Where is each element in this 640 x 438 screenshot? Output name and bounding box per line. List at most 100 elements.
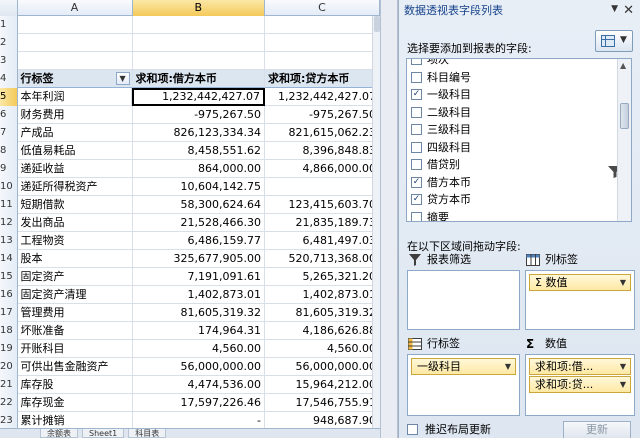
panel-menu-chevron-icon[interactable]: ▼ [611,4,618,14]
field-item[interactable]: 科目编号 [407,69,631,87]
sum-credit-header[interactable]: 求和项:贷方本币 [265,70,380,88]
field-layout-button[interactable]: ▼ [595,30,633,52]
defer-layout-update[interactable]: 推迟布局更新 [407,422,491,438]
field-item[interactable]: 三级科目 [407,121,631,139]
row-header[interactable]: 17 [0,304,18,322]
credit-sum-cell[interactable]: 81,605,319.32 [265,304,380,322]
row-label-cell[interactable]: 产成品 [18,124,133,142]
value-field-chip[interactable]: 求和项:贷... ▼ [529,376,631,393]
sheet-vertical-scrollbar[interactable] [372,16,380,438]
credit-sum-cell[interactable]: 6,481,497.03 [265,232,380,250]
column-header-b[interactable]: B [132,0,266,16]
row-header[interactable]: 6 [0,106,18,124]
row-header[interactable]: 20 [0,358,18,376]
row-field-chip[interactable]: 一级科目 ▼ [411,358,516,375]
debit-sum-cell[interactable]: -975,267.50 [133,106,266,124]
cell[interactable] [265,52,380,70]
credit-sum-cell[interactable]: 8,396,848.83 [265,142,380,160]
row-header[interactable]: 4 [0,70,18,88]
row-label-cell[interactable]: 财务费用 [18,106,133,124]
sheet-tab[interactable]: 科目表 [128,429,167,438]
defer-layout-checkbox[interactable] [407,424,418,435]
sheet-tab[interactable]: 余额表 [40,429,78,438]
pane-splitter[interactable] [380,0,398,438]
debit-sum-cell[interactable]: 826,123,334.34 [133,124,266,142]
credit-sum-cell[interactable]: 1,232,442,427.07 [265,88,380,106]
row-header[interactable]: 19 [0,340,18,358]
field-checkbox[interactable] [411,159,422,170]
field-checkbox[interactable] [411,106,422,118]
row-labels-drop-zone[interactable]: 一级科目 ▼ [407,354,520,416]
row-label-cell[interactable]: 管理费用 [18,304,133,322]
credit-sum-cell[interactable]: 4,186,626.88 [265,322,380,340]
credit-sum-cell[interactable]: - [265,178,380,196]
field-item[interactable]: 摘要 [407,209,631,221]
field-checkbox[interactable]: ✓ [411,89,422,100]
row-header[interactable]: 10 [0,178,18,196]
field-checkbox[interactable] [411,211,422,221]
debit-sum-cell[interactable]: 864,000.00 [133,160,266,178]
chevron-down-icon[interactable]: ▼ [620,359,626,374]
cell[interactable] [133,34,266,52]
row-label-cell[interactable]: 固定资产清理 [18,286,133,304]
field-item[interactable]: 四级科目 [407,139,631,157]
row-header[interactable]: 11 [0,196,18,214]
cell[interactable] [133,16,266,34]
row-label-cell[interactable]: 固定资产 [18,268,133,286]
column-field-chip[interactable]: Σ 数值 ▼ [529,274,631,291]
row-header[interactable]: 16 [0,286,18,304]
credit-sum-cell[interactable]: -975,267.50 [265,106,380,124]
field-item[interactable]: ✓ 借方本币 [407,174,631,192]
row-label-cell[interactable]: 本年利润 [18,88,133,106]
sheet-tab[interactable]: Sheet1 [82,429,125,438]
value-field-chip[interactable]: 求和项:借... ▼ [529,358,631,375]
row-header[interactable]: 9 [0,160,18,178]
row-label-cell[interactable]: 可供出售金融资产 [18,358,133,376]
debit-sum-cell[interactable]: 4,560.00 [133,340,266,358]
values-drop-zone[interactable]: 求和项:借... ▼ 求和项:贷... ▼ [525,354,635,416]
update-button[interactable]: 更新 [563,421,631,438]
row-label-cell[interactable]: 递延所得税资产 [18,178,133,196]
column-labels-drop-zone[interactable]: Σ 数值 ▼ [525,270,635,330]
field-item[interactable]: 二级科目 [407,104,631,122]
credit-sum-cell[interactable]: 17,546,755.91 [265,394,380,412]
field-checkbox[interactable] [411,59,422,65]
row-label-cell[interactable]: 股本 [18,250,133,268]
credit-sum-cell[interactable]: 1,402,873.01 [265,286,380,304]
credit-sum-cell[interactable]: 21,835,189.73 [265,214,380,232]
debit-sum-cell[interactable]: 8,458,551.62 [133,142,266,160]
row-header[interactable]: 8 [0,142,18,160]
row-label-cell[interactable]: 库存股 [18,376,133,394]
row-header[interactable]: 5 [0,88,18,106]
field-checkbox[interactable] [411,71,422,83]
debit-sum-cell[interactable]: 325,677,905.00 [133,250,266,268]
chevron-down-icon[interactable]: ▼ [620,275,626,290]
column-header-c[interactable]: C [265,0,380,16]
row-label-cell[interactable]: 开账科目 [18,340,133,358]
field-checkbox[interactable]: ✓ [411,194,422,205]
credit-sum-cell[interactable]: 4,866,000.00 [265,160,380,178]
debit-sum-cell[interactable]: 81,605,319.32 [133,304,266,322]
cell[interactable] [133,52,266,70]
column-header-a[interactable]: A [18,0,133,16]
row-header[interactable]: 22 [0,394,18,412]
row-header[interactable]: 21 [0,376,18,394]
row-label-cell[interactable]: 坏账准备 [18,322,133,340]
cell[interactable] [18,52,133,70]
debit-sum-cell[interactable]: 4,474,536.00 [133,376,266,394]
field-checkbox[interactable]: ✓ [411,176,422,188]
row-labels-filter-button[interactable]: ▼ [115,72,130,85]
cell[interactable] [265,34,380,52]
select-all-corner[interactable] [0,0,18,16]
field-item[interactable]: ✓ 一级科目 [407,86,631,104]
debit-sum-cell[interactable]: 56,000,000.00 [133,358,266,376]
cell[interactable] [18,16,133,34]
row-header[interactable]: 14 [0,250,18,268]
credit-sum-cell[interactable]: 123,415,603.70 [265,196,380,214]
credit-sum-cell[interactable]: 821,615,062.23 [265,124,380,142]
field-checkbox[interactable] [411,141,422,153]
row-label-cell[interactable]: 低值易耗品 [18,142,133,160]
debit-sum-cell[interactable]: 21,528,466.30 [133,214,266,232]
row-header[interactable]: 18 [0,322,18,340]
chevron-down-icon[interactable]: ▼ [620,377,626,392]
